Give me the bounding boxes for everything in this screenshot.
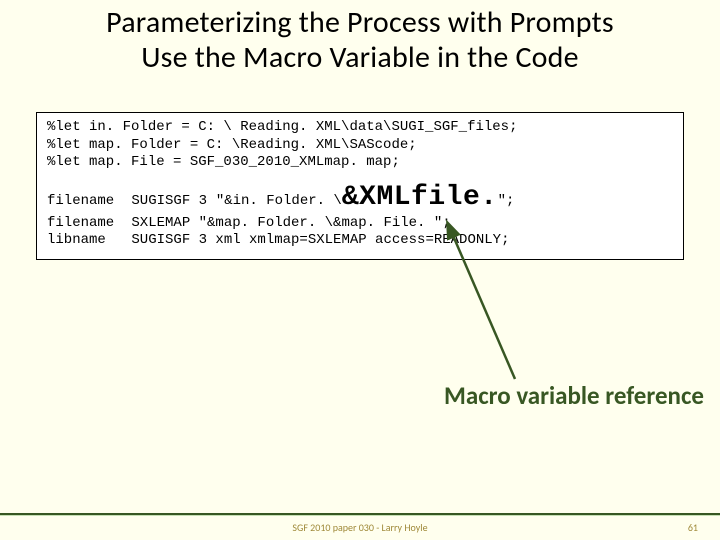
code-line: %let map. File = SGF_030_2010_XMLmap. ma… (47, 154, 673, 172)
keyword: filename (47, 215, 123, 233)
keyword: libname (47, 232, 123, 250)
code-frag: "; (498, 193, 515, 209)
callout-label: Macro variable reference (444, 382, 704, 410)
footer-center: SGF 2010 paper 030 - Larry Hoyle (0, 521, 720, 534)
arrow-icon (430, 214, 550, 394)
footer-rule (0, 513, 720, 516)
code-line: filename SUGISGF 3 "&in. Folder. \&XMLfi… (47, 180, 673, 215)
code-line: libname SUGISGF 3 xml xmlmap=SXLEMAP acc… (47, 232, 673, 250)
slide-title: Parameterizing the Process with Prompts … (0, 0, 720, 75)
keyword: filename (47, 193, 123, 211)
code-frag: "&in. Folder. \ (216, 193, 342, 209)
code-line: %let in. Folder = C: \ Reading. XML\data… (47, 119, 673, 137)
fileref: SUGISGF 3 (131, 193, 207, 211)
macro-variable-ref: &XMLfile. (342, 182, 498, 213)
title-line-1: Parameterizing the Process with Prompts (106, 4, 614, 41)
title-line-2: Use the Macro Variable in the Code (141, 39, 579, 76)
code-line: filename SXLEMAP "&map. Folder. \&map. F… (47, 215, 673, 233)
code-block: %let in. Folder = C: \ Reading. XML\data… (36, 112, 684, 260)
page-number: 61 (688, 521, 698, 534)
code-frag: SXLEMAP "&map. Folder. \&map. File. "; (131, 215, 450, 231)
code-line: %let map. Folder = C: \Reading. XML\SASc… (47, 137, 673, 155)
